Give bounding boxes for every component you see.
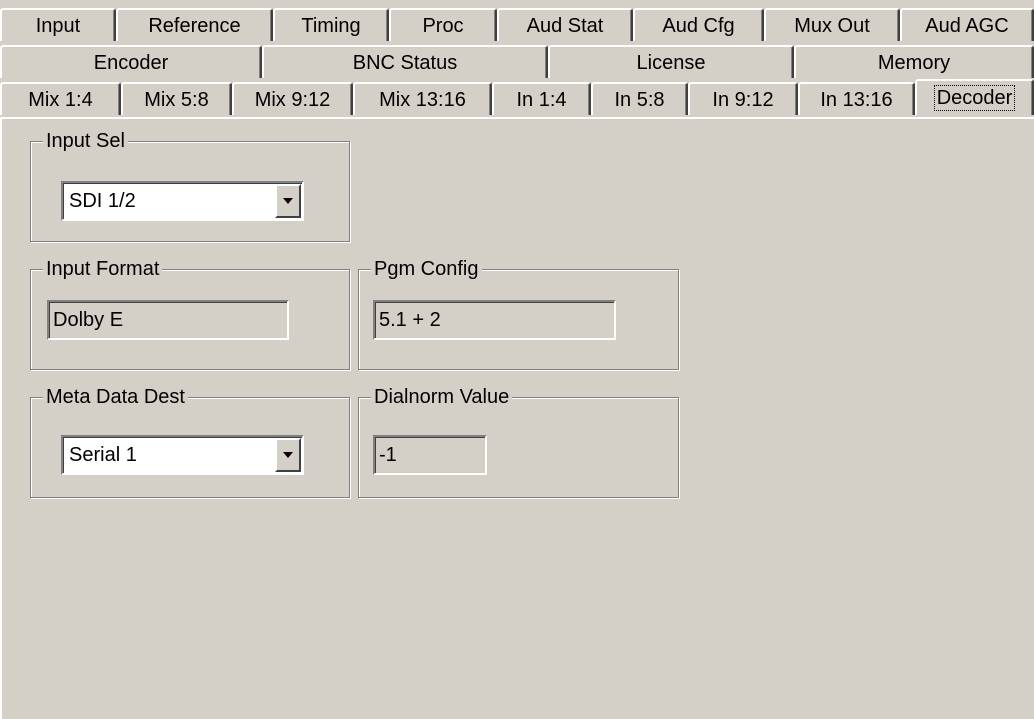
dropdown-button[interactable]	[275, 184, 301, 218]
tab-label: Memory	[877, 51, 951, 74]
tab-label: BNC Status	[352, 51, 458, 74]
tab-label: Mix 13:16	[379, 88, 466, 111]
tab-memory[interactable]: Memory	[794, 45, 1034, 78]
tab-row-1: Input Reference Timing Proc Aud Stat Aud…	[0, 8, 1034, 41]
tab-label: Decoder	[933, 85, 1016, 111]
tab-aud-agc[interactable]: Aud AGC	[900, 8, 1034, 41]
tab-decoder[interactable]: Decoder	[915, 79, 1034, 115]
chevron-down-icon	[283, 198, 293, 204]
tab-timing[interactable]: Timing	[273, 8, 389, 41]
tab-label: Aud Cfg	[662, 14, 735, 37]
tab-license[interactable]: License	[548, 45, 794, 78]
chevron-down-icon	[283, 452, 293, 458]
tab-row-3: Mix 1:4 Mix 5:8 Mix 9:12 Mix 13:16 In 1:…	[0, 79, 1034, 115]
tab-mux-out[interactable]: Mux Out	[764, 8, 900, 41]
pgm-config-field: 5.1 + 2	[373, 300, 616, 340]
meta-data-dest-label: Meta Data Dest	[43, 385, 188, 409]
tab-label: Mix 9:12	[254, 88, 331, 111]
tab-mix-1-4[interactable]: Mix 1:4	[0, 82, 121, 115]
tab-label: Aud AGC	[925, 14, 1009, 37]
tab-in-9-12[interactable]: In 9:12	[688, 82, 798, 115]
input-format-label: Input Format	[43, 257, 163, 281]
tab-label: In 9:12	[712, 88, 774, 111]
tab-aud-stat[interactable]: Aud Stat	[497, 8, 633, 41]
tab-label: Mix 1:4	[28, 88, 93, 111]
input-sel-label: Input Sel	[43, 129, 128, 153]
tab-label: License	[636, 51, 706, 74]
tab-label: Proc	[422, 14, 464, 37]
tab-label: Mux Out	[794, 14, 870, 37]
pgm-config-label: Pgm Config	[371, 257, 482, 281]
tab-aud-cfg[interactable]: Aud Cfg	[633, 8, 764, 41]
pgm-config-group: Pgm Config 5.1 + 2	[358, 257, 679, 370]
tab-encoder[interactable]: Encoder	[0, 45, 262, 78]
tab-label: In 13:16	[820, 88, 893, 111]
tab-in-13-16[interactable]: In 13:16	[798, 82, 915, 115]
tab-label: In 5:8	[614, 88, 665, 111]
tab-proc[interactable]: Proc	[389, 8, 497, 41]
dialnorm-field: -1	[373, 435, 487, 475]
tab-label: Aud Stat	[526, 14, 604, 37]
tab-in-1-4[interactable]: In 1:4	[492, 82, 591, 115]
tab-label: In 1:4	[516, 88, 567, 111]
tab-mix-13-16[interactable]: Mix 13:16	[353, 82, 492, 115]
tab-label: Encoder	[93, 51, 169, 74]
tab-input[interactable]: Input	[0, 8, 116, 41]
meta-data-dest-group: Meta Data Dest Serial 1	[30, 385, 350, 498]
input-sel-value: SDI 1/2	[69, 190, 136, 212]
tab-label: Reference	[148, 14, 241, 37]
input-sel-group: Input Sel SDI 1/2	[30, 129, 350, 242]
tab-mix-9-12[interactable]: Mix 9:12	[232, 82, 353, 115]
decoder-panel: Input Sel SDI 1/2 Input Format Dolby E P…	[0, 117, 1034, 719]
tab-in-5-8[interactable]: In 5:8	[591, 82, 688, 115]
meta-data-dest-value: Serial 1	[69, 444, 137, 466]
tab-label: Timing	[301, 14, 361, 37]
input-format-field: Dolby E	[47, 300, 289, 340]
tab-reference[interactable]: Reference	[116, 8, 273, 41]
input-sel-dropdown[interactable]: SDI 1/2	[61, 181, 304, 221]
dialnorm-group: Dialnorm Value -1	[358, 385, 679, 498]
dialnorm-label: Dialnorm Value	[371, 385, 513, 409]
meta-data-dest-dropdown[interactable]: Serial 1	[61, 435, 304, 475]
tab-bnc-status[interactable]: BNC Status	[262, 45, 548, 78]
tab-label: Mix 5:8	[144, 88, 209, 111]
tab-label: Input	[35, 14, 81, 37]
input-format-group: Input Format Dolby E	[30, 257, 350, 370]
tab-mix-5-8[interactable]: Mix 5:8	[121, 82, 232, 115]
tab-row-2: Encoder BNC Status License Memory	[0, 45, 1034, 78]
dropdown-button[interactable]	[275, 438, 301, 472]
